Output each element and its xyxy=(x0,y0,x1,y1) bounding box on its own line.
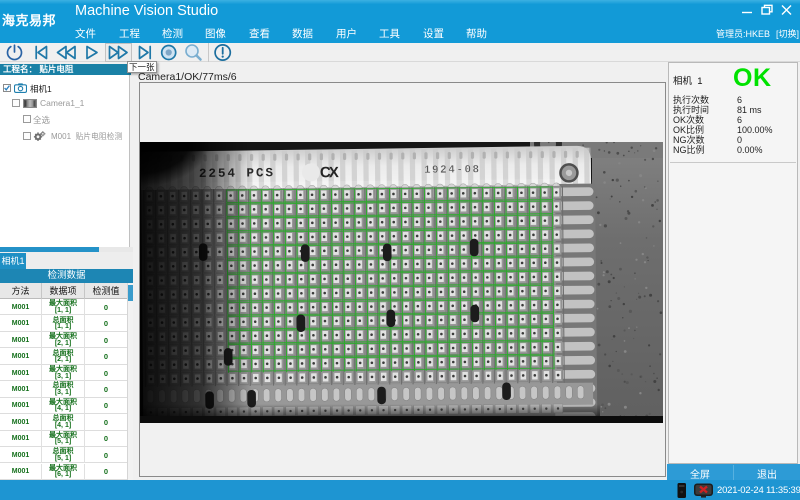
svg-text:CX: CX xyxy=(319,164,338,181)
svg-text:1924-08: 1924-08 xyxy=(423,164,480,177)
